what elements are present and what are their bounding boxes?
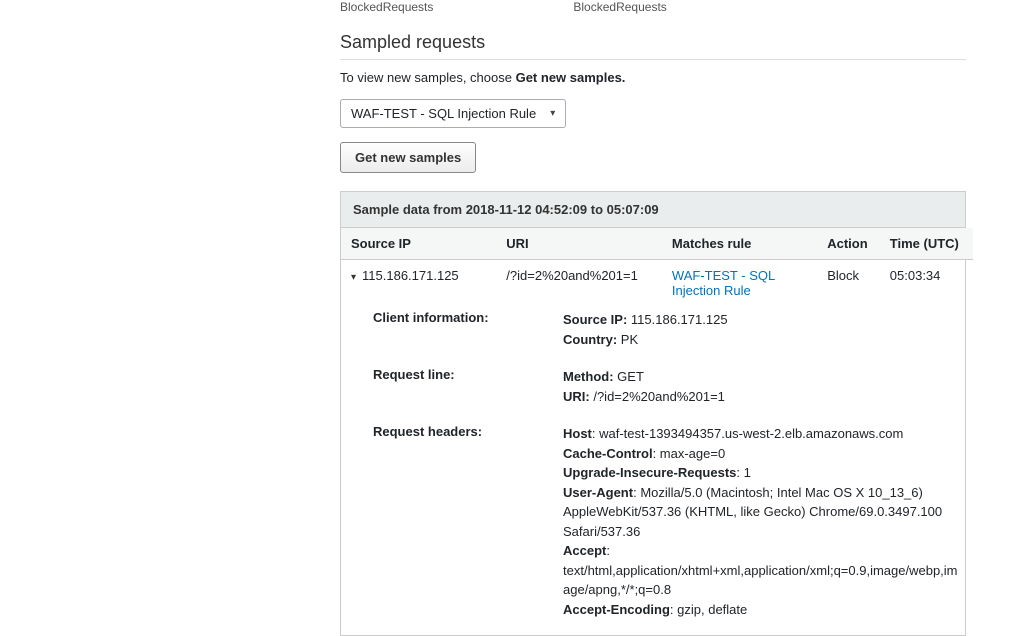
country-key: Country: (563, 332, 617, 347)
source-ip-key: Source IP: (563, 312, 627, 327)
row-uri: /?id=2%20and%201=1 (496, 260, 662, 307)
request-headers-label: Request headers: (373, 424, 563, 619)
accept-encoding-val: gzip, deflate (677, 602, 747, 617)
col-matches-rule: Matches rule (662, 228, 817, 260)
source-ip-val: 115.186.171.125 (631, 312, 728, 327)
truncated-top-row: BlockedRequests BlockedRequests (340, 0, 966, 14)
rule-select-value: WAF-TEST - SQL Injection Rule (351, 106, 536, 121)
col-action: Action (817, 228, 880, 260)
hint-prefix: To view new samples, choose (340, 70, 516, 85)
rule-select[interactable]: WAF-TEST - SQL Injection Rule ▾ (340, 99, 566, 128)
row-ip: 115.186.171.125 (362, 268, 459, 283)
method-val: GET (617, 369, 644, 384)
accept-val: text/html,application/xhtml+xml,applicat… (563, 563, 958, 598)
host-key: Host (563, 426, 592, 441)
table-header-row: Source IP URI Matches rule Action Time (… (341, 228, 973, 260)
row-action: Block (817, 260, 880, 307)
ua-key: User-Agent (563, 485, 633, 500)
accept-encoding-key: Accept-Encoding (563, 602, 670, 617)
hint-bold: Get new samples. (516, 70, 626, 85)
request-headers-row: Request headers: Host: waf-test-13934943… (373, 424, 963, 619)
section-title: Sampled requests (340, 32, 966, 53)
uir-key: Upgrade-Insecure-Requests (563, 465, 736, 480)
truncated-label-b: BlockedRequests (573, 0, 666, 14)
samples-table: Source IP URI Matches rule Action Time (… (341, 228, 973, 635)
table-row-detail: Client information: Source IP: 115.186.1… (341, 306, 973, 635)
panel-header: Sample data from 2018-11-12 04:52:09 to … (341, 192, 965, 228)
truncated-label-a: BlockedRequests (340, 0, 433, 14)
client-info-label: Client information: (373, 310, 563, 349)
cache-control-val: max-age=0 (660, 446, 725, 461)
country-val: PK (621, 332, 638, 347)
accept-key: Accept (563, 543, 606, 558)
hint-text: To view new samples, choose Get new samp… (340, 70, 966, 85)
col-time: Time (UTC) (880, 228, 973, 260)
sample-panel: Sample data from 2018-11-12 04:52:09 to … (340, 191, 966, 636)
client-info-row: Client information: Source IP: 115.186.1… (373, 310, 963, 349)
col-source-ip: Source IP (341, 228, 496, 260)
caret-down-icon: ▾ (550, 108, 555, 119)
host-val: waf-test-1393494357.us-west-2.elb.amazon… (599, 426, 903, 441)
request-line-label: Request line: (373, 367, 563, 406)
row-time: 05:03:34 (880, 260, 973, 307)
method-key: Method: (563, 369, 614, 384)
expand-caret-icon[interactable]: ▾ (351, 272, 356, 283)
get-new-samples-button[interactable]: Get new samples (340, 142, 476, 173)
row-rule-link[interactable]: WAF-TEST - SQL Injection Rule (672, 268, 775, 298)
divider (340, 59, 966, 60)
table-row[interactable]: ▾ 115.186.171.125 /?id=2%20and%201=1 WAF-… (341, 260, 973, 307)
uri-val: /?id=2%20and%201=1 (593, 389, 725, 404)
request-line-row: Request line: Method: GET URI: /?id=2%20… (373, 367, 963, 406)
col-uri: URI (496, 228, 662, 260)
cache-control-key: Cache-Control (563, 446, 653, 461)
uri-key: URI: (563, 389, 590, 404)
uir-val: 1 (744, 465, 751, 480)
